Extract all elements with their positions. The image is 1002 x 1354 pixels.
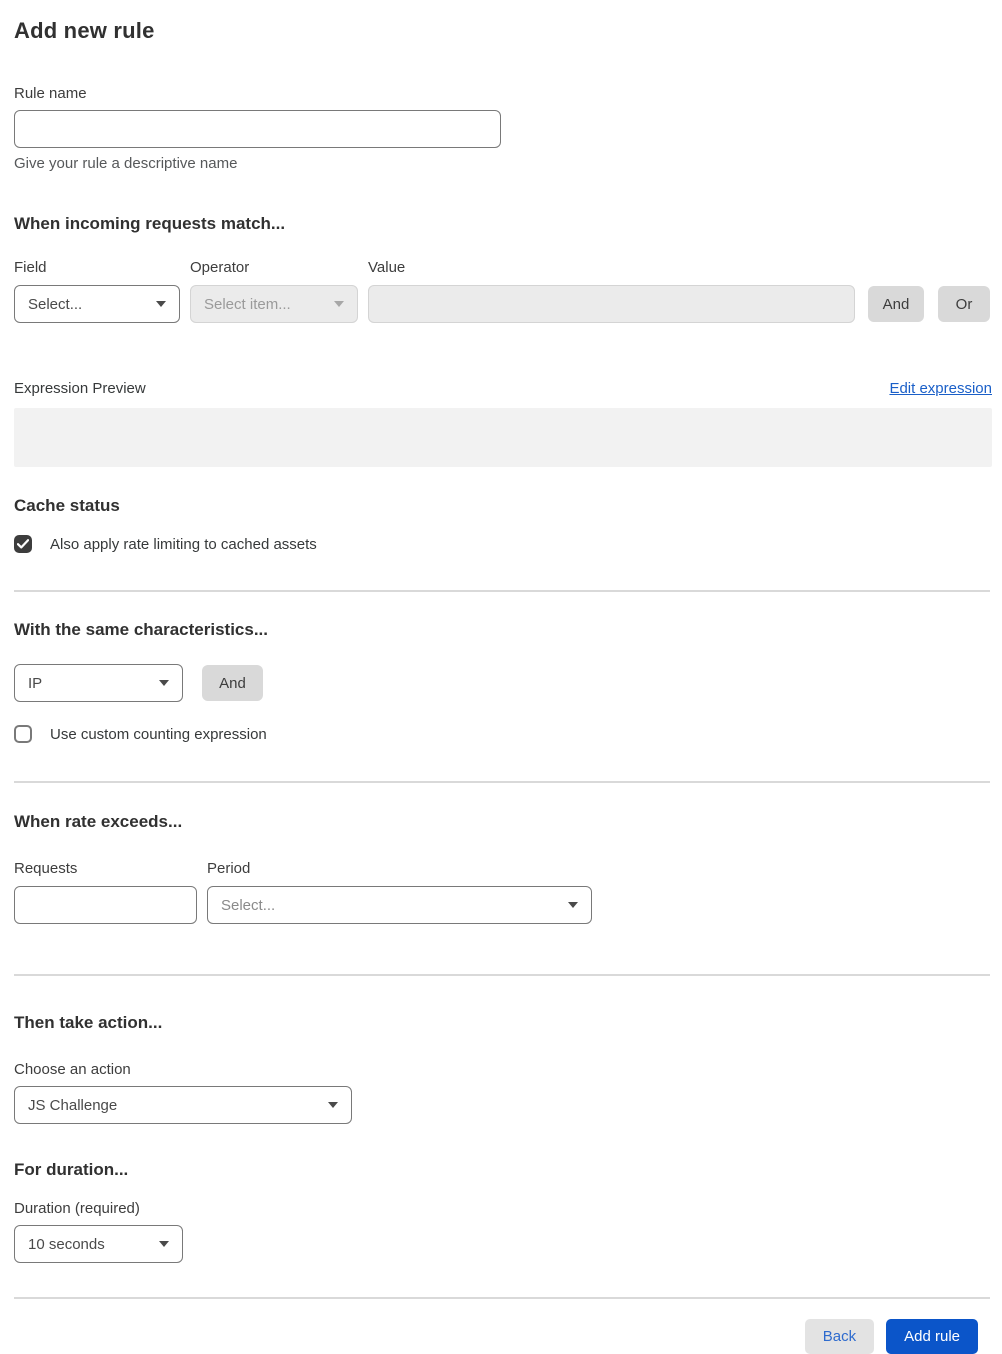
characteristics-heading: With the same characteristics... — [14, 620, 269, 639]
duration-section: For duration... Duration (required) 10 s… — [14, 1160, 990, 1263]
cached-assets-label[interactable]: Also apply rate limiting to cached asset… — [50, 536, 317, 553]
characteristic-select[interactable]: IP — [14, 664, 183, 702]
rule-name-help: Give your rule a descriptive name — [14, 155, 238, 172]
characteristic-and-button[interactable]: And — [202, 665, 263, 701]
operator-label: Operator — [190, 259, 250, 276]
duration-select[interactable]: 10 seconds — [14, 1225, 183, 1263]
rate-heading: When rate exceeds... — [14, 812, 183, 831]
match-section: When incoming requests match... Field Op… — [14, 214, 992, 467]
edit-expression-link[interactable]: Edit expression — [889, 380, 992, 397]
rule-name-input[interactable] — [14, 110, 501, 148]
chevron-down-icon — [334, 301, 344, 307]
expression-preview-box — [14, 408, 992, 467]
cached-assets-checkbox[interactable] — [14, 535, 32, 553]
chevron-down-icon — [159, 1241, 169, 1247]
chevron-down-icon — [156, 301, 166, 307]
action-select-value: JS Challenge — [28, 1096, 118, 1114]
duration-select-value: 10 seconds — [28, 1235, 105, 1253]
field-label: Field — [14, 259, 47, 276]
duration-heading: For duration... — [14, 1160, 129, 1179]
chevron-down-icon — [568, 902, 578, 908]
add-rule-button[interactable]: Add rule — [886, 1319, 978, 1354]
custom-counting-label[interactable]: Use custom counting expression — [50, 726, 267, 743]
cache-status-heading: Cache status — [14, 496, 120, 515]
match-heading: When incoming requests match... — [14, 214, 286, 233]
rule-name-section: Rule name Give your rule a descriptive n… — [14, 85, 990, 172]
period-label: Period — [207, 860, 251, 877]
add-rule-form: Add new rule Rule name Give your rule a … — [0, 0, 1002, 1354]
value-label: Value — [368, 259, 406, 276]
chevron-down-icon — [159, 680, 169, 686]
section-divider — [14, 590, 990, 592]
requests-input[interactable] — [14, 886, 197, 924]
period-select-value: Select... — [221, 896, 276, 914]
action-heading: Then take action... — [14, 1013, 163, 1032]
field-select[interactable]: Select... — [14, 285, 180, 323]
back-button[interactable]: Back — [804, 1319, 875, 1354]
section-divider — [14, 974, 990, 976]
value-input — [368, 285, 855, 323]
and-button[interactable]: And — [868, 286, 924, 322]
cache-status-section: Cache status Also apply rate limiting to… — [14, 496, 990, 553]
duration-label: Duration (required) — [14, 1200, 140, 1217]
requests-label: Requests — [14, 860, 78, 877]
rate-section: When rate exceeds... Requests Period Sel… — [14, 812, 990, 924]
characteristic-select-value: IP — [28, 674, 43, 692]
check-icon — [17, 539, 29, 549]
footer-actions: Back Add rule — [14, 1299, 990, 1354]
chevron-down-icon — [328, 1102, 338, 1108]
action-section: Then take action... Choose an action JS … — [14, 1013, 990, 1124]
custom-counting-checkbox[interactable] — [14, 725, 32, 743]
operator-select-value: Select item... — [204, 295, 291, 313]
or-button[interactable]: Or — [938, 286, 990, 322]
page-title: Add new rule — [14, 18, 155, 43]
rule-name-label: Rule name — [14, 85, 87, 102]
section-divider — [14, 781, 990, 783]
period-select[interactable]: Select... — [207, 886, 592, 924]
operator-select: Select item... — [190, 285, 358, 323]
expression-preview-label: Expression Preview — [14, 380, 146, 397]
choose-action-label: Choose an action — [14, 1061, 131, 1078]
field-select-value: Select... — [28, 295, 83, 313]
action-select[interactable]: JS Challenge — [14, 1086, 352, 1124]
characteristics-section: With the same characteristics... IP And … — [14, 620, 990, 743]
